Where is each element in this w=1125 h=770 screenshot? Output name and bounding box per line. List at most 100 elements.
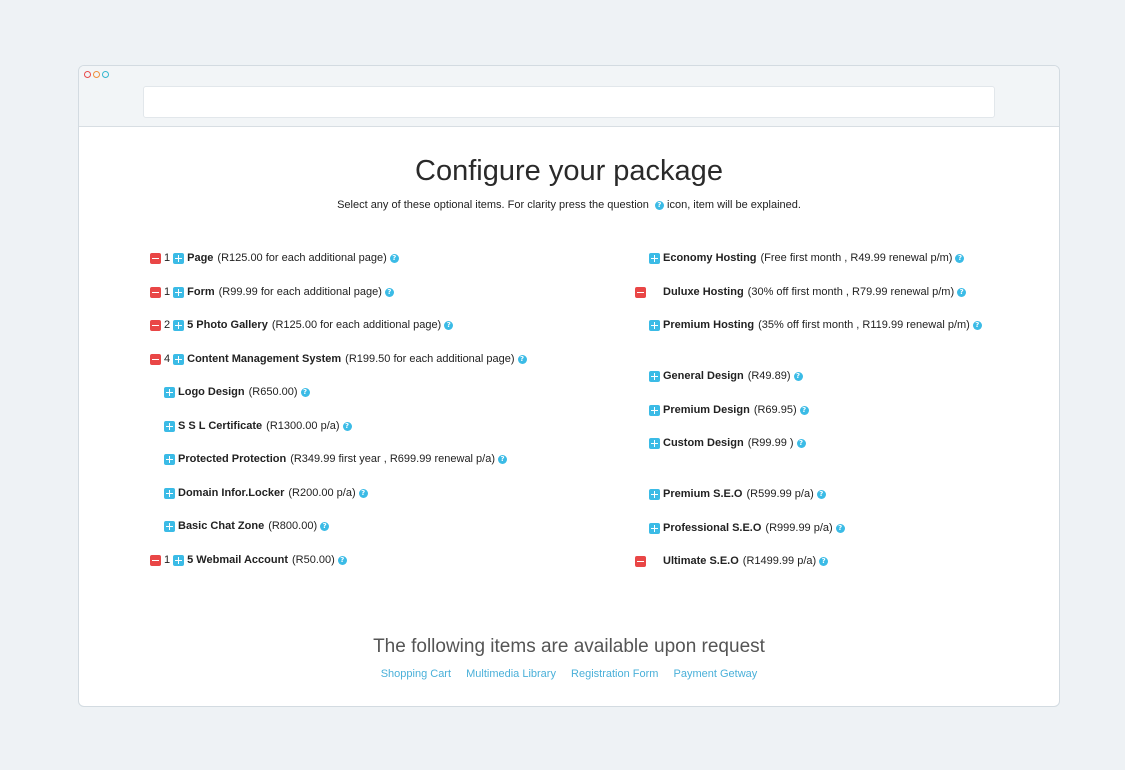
option-row-premium-hosting: Premium Hosting (35% off first month , R… — [649, 318, 982, 332]
option-price: (R69.95) — [753, 404, 797, 416]
help-icon[interactable]: ? — [384, 287, 394, 297]
help-icon[interactable]: ? — [799, 405, 809, 415]
add-button[interactable] — [164, 487, 175, 499]
quantity: 1 — [164, 286, 171, 298]
option-row-form: 1 Form (R99.99 for each additional page)… — [150, 285, 394, 299]
help-icon[interactable]: ? — [972, 320, 982, 330]
option-row-general-design: General Design (R49.89) ? — [649, 369, 803, 383]
help-icon[interactable]: ? — [957, 287, 967, 297]
option-name: Premium Design — [663, 404, 750, 416]
add-button[interactable] — [164, 453, 175, 465]
decrease-button[interactable] — [150, 252, 161, 264]
address-bar[interactable] — [143, 86, 995, 118]
option-row-ssl-certificate: S S L Certificate (R1300.00 p/a) ? — [164, 419, 352, 433]
help-icon[interactable]: ? — [796, 438, 806, 448]
add-button[interactable] — [649, 319, 660, 331]
option-name: Professional S.E.O — [663, 522, 762, 534]
help-icon[interactable]: ? — [816, 489, 826, 499]
link-shopping-cart[interactable]: Shopping Cart — [381, 668, 451, 680]
quantity: 1 — [164, 554, 171, 566]
option-row-photo-gallery: 2 5 Photo Gallery (R125.00 for each addi… — [150, 318, 454, 332]
quantity: 2 — [164, 319, 171, 331]
increase-button[interactable] — [173, 353, 185, 365]
help-icon[interactable]: ? — [517, 354, 527, 364]
help-icon[interactable]: ? — [793, 371, 803, 381]
remove-button[interactable] — [635, 286, 646, 298]
quantity: 4 — [164, 353, 171, 365]
option-row-basic-chat-zone: Basic Chat Zone (R800.00) ? — [164, 519, 330, 533]
option-price: (R50.00) — [291, 554, 335, 566]
decrease-button[interactable] — [150, 319, 161, 331]
add-button[interactable] — [649, 252, 660, 264]
option-price: (R1300.00 p/a) — [266, 420, 340, 432]
option-price: (R125.00 for each additional page) — [271, 319, 442, 331]
option-name: Protected Protection — [178, 453, 287, 465]
option-price: (R99.99 for each additional page) — [218, 286, 382, 298]
help-icon[interactable]: ? — [819, 556, 829, 566]
help-icon[interactable]: ? — [300, 387, 310, 397]
help-icon[interactable]: ? — [498, 454, 508, 464]
help-icon[interactable]: ? — [444, 320, 454, 330]
link-registration-form[interactable]: Registration Form — [571, 668, 658, 680]
option-price: (R800.00) — [268, 520, 318, 532]
on-request-links: Shopping Cart Multimedia Library Registr… — [79, 668, 1059, 680]
option-row-domain-locker: Domain Infor.Locker (R200.00 p/a) ? — [164, 486, 368, 500]
option-row-ultimate-seo: Ultimate S.E.O (R1499.99 p/a) ? — [635, 554, 829, 568]
add-button[interactable] — [649, 437, 660, 449]
help-icon[interactable]: ? — [955, 253, 965, 263]
option-row-economy-hosting: Economy Hosting (Free first month , R49.… — [649, 251, 965, 265]
option-price: (R49.89) — [747, 370, 791, 382]
link-payment-getway[interactable]: Payment Getway — [674, 668, 758, 680]
option-row-custom-design: Custom Design (R99.99 ) ? — [649, 436, 806, 450]
option-price: (R349.99 first year , R699.99 renewal p/… — [290, 453, 496, 465]
subtitle-text-end: icon, item will be explained. — [667, 199, 801, 211]
help-icon[interactable]: ? — [358, 488, 368, 498]
increase-button[interactable] — [173, 252, 185, 264]
option-price: (30% off first month , R79.99 renewal p/… — [747, 286, 955, 298]
increase-button[interactable] — [173, 554, 185, 566]
option-name: Economy Hosting — [663, 252, 757, 264]
option-price: (35% off first month , R119.99 renewal p… — [758, 319, 970, 331]
link-multimedia-library[interactable]: Multimedia Library — [466, 668, 556, 680]
help-icon[interactable]: ? — [389, 253, 399, 263]
option-price: (Free first month , R49.99 renewal p/m) — [760, 252, 953, 264]
add-button[interactable] — [649, 404, 660, 416]
option-row-logo-design: Logo Design (R650.00) ? — [164, 385, 310, 399]
decrease-button[interactable] — [150, 286, 161, 298]
option-price: (R599.99 p/a) — [746, 488, 814, 500]
option-name: Custom Design — [663, 437, 744, 449]
option-name: 5 Webmail Account — [187, 554, 288, 566]
option-price: (R1499.99 p/a) — [742, 555, 817, 567]
help-icon[interactable]: ? — [342, 421, 352, 431]
option-row-premium-seo: Premium S.E.O (R599.99 p/a) ? — [649, 487, 826, 501]
remove-button[interactable] — [635, 555, 646, 567]
option-row-cms: 4 Content Management System (R199.50 for… — [150, 352, 527, 366]
option-name: Basic Chat Zone — [178, 520, 265, 532]
subtitle-text-start: Select any of these optional items. For … — [337, 199, 649, 211]
minimize-window-icon[interactable] — [93, 71, 100, 78]
close-window-icon[interactable] — [84, 71, 91, 78]
add-button[interactable] — [649, 522, 660, 534]
add-button[interactable] — [164, 420, 175, 432]
option-price: (R99.99 ) — [747, 437, 794, 449]
option-price: (R999.99 p/a) — [765, 522, 833, 534]
option-name: Ultimate S.E.O — [663, 555, 739, 567]
help-icon[interactable]: ? — [320, 521, 330, 531]
increase-button[interactable] — [173, 319, 185, 331]
option-name: Logo Design — [178, 386, 245, 398]
option-name: S S L Certificate — [178, 420, 263, 432]
add-button[interactable] — [649, 488, 660, 500]
maximize-window-icon[interactable] — [102, 71, 109, 78]
add-button[interactable] — [164, 520, 175, 532]
option-name: Domain Infor.Locker — [178, 487, 285, 499]
add-button[interactable] — [649, 370, 660, 382]
option-name: Duluxe Hosting — [663, 286, 744, 298]
option-price: (R199.50 for each additional page) — [345, 353, 515, 365]
increase-button[interactable] — [173, 286, 185, 298]
option-name: General Design — [663, 370, 744, 382]
decrease-button[interactable] — [150, 554, 161, 566]
help-icon[interactable]: ? — [337, 555, 347, 565]
add-button[interactable] — [164, 386, 175, 398]
help-icon[interactable]: ? — [835, 523, 845, 533]
decrease-button[interactable] — [150, 353, 161, 365]
